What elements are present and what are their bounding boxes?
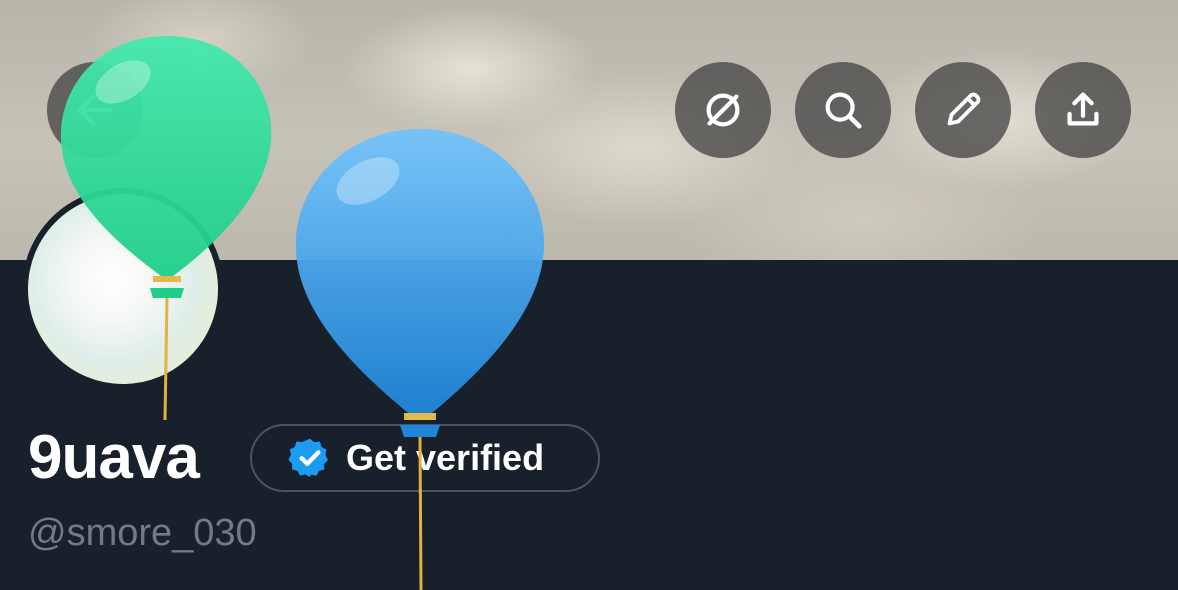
get-verified-button[interactable]: Get verified [250,424,600,492]
user-handle: @smore_030 [28,512,257,554]
slashed-circle-icon [706,93,740,127]
search-button[interactable] [795,62,891,158]
get-verified-label: Get verified [346,437,545,478]
display-name: 9uava [28,423,200,492]
back-button[interactable] [47,62,143,158]
edit-button[interactable] [915,62,1011,158]
search-icon [825,92,862,129]
back-arrow-icon [77,94,113,126]
share-button[interactable] [1035,62,1131,158]
avatar[interactable] [28,194,218,384]
pencil-icon [947,92,981,126]
verified-badge-icon [288,438,328,478]
share-upload-icon [1067,92,1099,126]
topics-button[interactable] [675,62,771,158]
